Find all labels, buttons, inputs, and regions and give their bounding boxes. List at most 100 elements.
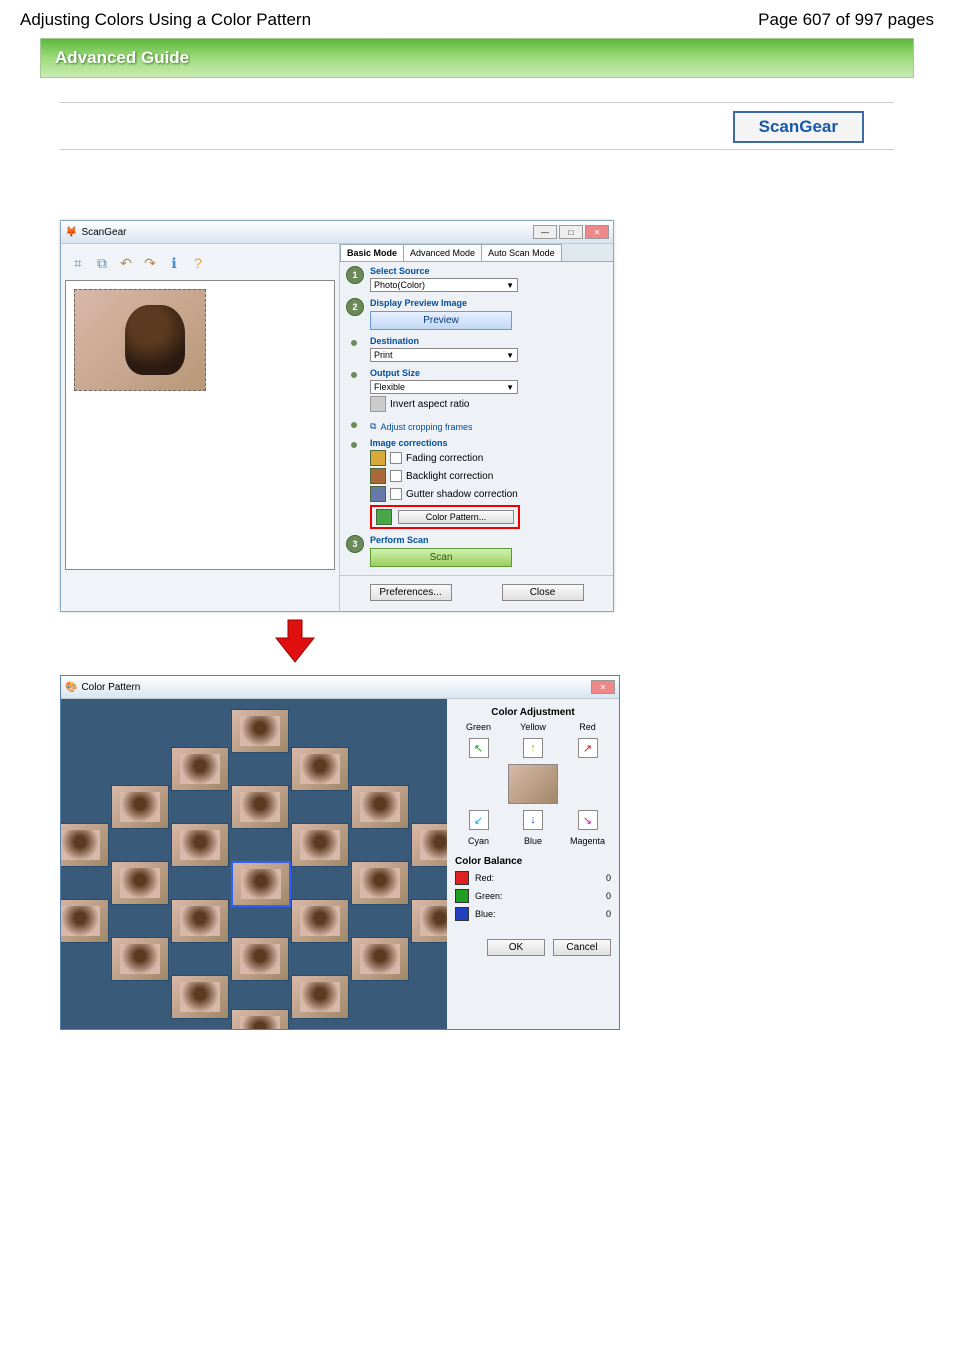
perform-scan-label: Perform Scan [370, 535, 605, 545]
pattern-thumb[interactable] [351, 937, 409, 981]
rotate-right-icon[interactable]: ↷ [139, 252, 161, 274]
pattern-thumb[interactable] [231, 785, 289, 829]
advanced-guide-label: Advanced Guide [55, 48, 189, 68]
color-balance-blue-value: 0 [606, 909, 611, 919]
pattern-thumb[interactable] [111, 861, 169, 905]
pattern-thumb[interactable] [291, 899, 349, 943]
pattern-thumb[interactable] [291, 975, 349, 1019]
step-3-badge: 3 [346, 535, 364, 553]
color-pattern-window: 🎨 Color Pattern ✕ [60, 675, 620, 1030]
info-icon[interactable]: ℹ [163, 252, 185, 274]
window-titlebar: 🎨 Color Pattern ✕ [61, 676, 619, 699]
close-button[interactable]: ✕ [591, 680, 615, 694]
color-balance-red-value: 0 [606, 873, 611, 883]
adjust-red-button[interactable]: ↗ [578, 738, 598, 758]
color-balance-title: Color Balance [455, 856, 611, 867]
blue-label: Blue [524, 836, 542, 846]
preview-area[interactable] [65, 280, 335, 570]
tab-auto-scan-mode[interactable]: Auto Scan Mode [481, 244, 562, 261]
bullet-icon [351, 372, 357, 378]
step-1-badge: 1 [346, 266, 364, 284]
backlight-checkbox[interactable] [390, 470, 402, 482]
scan-button[interactable]: Scan [370, 548, 512, 567]
pattern-thumb[interactable] [61, 823, 109, 867]
close-button[interactable]: ✕ [585, 225, 609, 239]
output-size-label: Output Size [370, 368, 605, 378]
pattern-thumb[interactable] [231, 709, 289, 753]
down-arrow-icon [270, 616, 954, 671]
pattern-thumb[interactable] [291, 747, 349, 791]
color-pattern-button[interactable]: Color Pattern... [398, 510, 514, 524]
adjust-blue-button[interactable]: ↓ [523, 810, 543, 830]
preview-button[interactable]: Preview [370, 311, 512, 330]
pattern-thumb[interactable] [171, 899, 229, 943]
pattern-thumb[interactable] [291, 823, 349, 867]
palette-icon: 🎨 [65, 682, 77, 693]
adjust-cropping-link[interactable]: ⧉ Adjust cropping frames [370, 421, 605, 432]
pattern-thumb-selected[interactable] [231, 861, 291, 907]
crop-icon[interactable]: ⌗ [67, 252, 89, 274]
destination-label: Destination [370, 336, 605, 346]
green-swatch-icon [455, 889, 469, 903]
scangear-link-box[interactable]: ScanGear [733, 111, 864, 143]
gutter-label: Gutter shadow correction [406, 489, 518, 500]
pattern-thumb[interactable] [411, 823, 447, 867]
pattern-thumb[interactable] [111, 785, 169, 829]
gutter-checkbox[interactable] [390, 488, 402, 500]
blue-swatch-icon [455, 907, 469, 921]
window-titlebar: 🦊 ScanGear — □ ✕ [61, 221, 613, 244]
pattern-thumb[interactable] [411, 899, 447, 943]
bullet-icon [351, 422, 357, 428]
pattern-thumb[interactable] [61, 899, 109, 943]
rotate-left-icon[interactable]: ↶ [115, 252, 137, 274]
pattern-thumb[interactable] [171, 975, 229, 1019]
adjust-cyan-button[interactable]: ↙ [469, 810, 489, 830]
backlight-icon [370, 468, 386, 484]
pattern-thumb[interactable] [111, 937, 169, 981]
pattern-preview-area [61, 699, 447, 1029]
fading-icon [370, 450, 386, 466]
select-source-value: Photo(Color) [374, 280, 425, 290]
crop-frame[interactable] [74, 289, 206, 391]
color-pattern-highlight: Color Pattern... [370, 505, 520, 529]
red-label: Red [579, 722, 596, 732]
adjustment-preview [508, 764, 558, 804]
adjust-green-button[interactable]: ↖ [469, 738, 489, 758]
chevron-down-icon: ▼ [506, 351, 514, 360]
close-dialog-button[interactable]: Close [502, 584, 584, 601]
select-source-combo[interactable]: Photo(Color) ▼ [370, 278, 518, 292]
adjust-magenta-button[interactable]: ↘ [578, 810, 598, 830]
preview-image [125, 305, 185, 375]
maximize-button[interactable]: □ [559, 225, 583, 239]
cancel-button[interactable]: Cancel [553, 939, 611, 956]
minimize-button[interactable]: — [533, 225, 557, 239]
chevron-down-icon: ▼ [506, 383, 514, 392]
fading-checkbox[interactable] [390, 452, 402, 464]
pattern-thumb[interactable] [351, 861, 409, 905]
pattern-thumb[interactable] [171, 747, 229, 791]
adjust-yellow-button[interactable]: ↑ [523, 738, 543, 758]
destination-value: Print [374, 350, 393, 360]
destination-combo[interactable]: Print ▼ [370, 348, 518, 362]
window-title: ScanGear [81, 227, 126, 238]
ok-button[interactable]: OK [487, 939, 545, 956]
output-size-combo[interactable]: Flexible ▼ [370, 380, 518, 394]
invert-ratio-icon[interactable] [370, 396, 386, 412]
crop-tool-icon: ⧉ [370, 421, 376, 432]
pattern-thumb[interactable] [351, 785, 409, 829]
image-corrections-label: Image corrections [370, 438, 605, 448]
pattern-thumb[interactable] [231, 937, 289, 981]
step-2-badge: 2 [346, 298, 364, 316]
tab-basic-mode[interactable]: Basic Mode [340, 244, 404, 261]
pattern-thumb[interactable] [231, 1009, 289, 1029]
preferences-button[interactable]: Preferences... [370, 584, 452, 601]
tab-advanced-mode[interactable]: Advanced Mode [403, 244, 482, 261]
divider [60, 102, 894, 103]
pattern-thumb[interactable] [171, 823, 229, 867]
chevron-down-icon: ▼ [506, 281, 514, 290]
page-title: Adjusting Colors Using a Color Pattern [20, 10, 311, 30]
autocrop-icon[interactable]: ⧉ [91, 252, 113, 274]
advanced-guide-bar: Advanced Guide [40, 38, 914, 78]
color-balance-green-label: Green: [475, 891, 515, 901]
help-icon[interactable]: ? [187, 252, 209, 274]
